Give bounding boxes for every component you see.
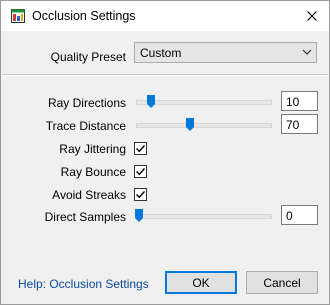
chevron-down-icon (302, 49, 312, 55)
slider-thumb[interactable] (146, 95, 155, 108)
direct-samples-label: Direct Samples (44, 210, 126, 224)
direct-samples-field[interactable]: 0 (281, 205, 318, 225)
slider-track (136, 100, 272, 105)
help-link[interactable]: Help: Occlusion Settings (18, 277, 149, 291)
dialog-window: Occlusion Settings Quality Preset Custom… (0, 0, 330, 305)
ray-jittering-label: Ray Jittering (59, 142, 126, 156)
checkmark-icon (136, 168, 146, 176)
checkmark-icon (136, 191, 146, 199)
ok-button-label: OK (192, 275, 210, 290)
close-button[interactable] (295, 1, 329, 31)
title-bar: Occlusion Settings (1, 1, 329, 31)
close-icon (307, 11, 317, 21)
ray-directions-label: Ray Directions (47, 96, 126, 110)
ok-button[interactable]: OK (165, 271, 237, 294)
trace-distance-slider[interactable] (134, 117, 274, 133)
direct-samples-value: 0 (286, 209, 293, 223)
quality-preset-label: Quality Preset (50, 50, 126, 64)
slider-track (136, 123, 272, 128)
ray-directions-slider[interactable] (134, 94, 274, 110)
quality-preset-value: Custom (140, 46, 182, 60)
quality-preset-select[interactable]: Custom (134, 42, 317, 63)
ray-directions-value: 10 (286, 95, 300, 109)
ray-bounce-label: Ray Bounce (60, 165, 126, 179)
trace-distance-value: 70 (286, 118, 300, 132)
slider-thumb[interactable] (135, 209, 143, 222)
slider-thumb[interactable] (185, 118, 194, 131)
trace-distance-label: Trace Distance (45, 119, 126, 133)
section-divider (2, 74, 328, 76)
slider-track (136, 214, 272, 219)
avoid-streaks-label: Avoid Streaks (52, 188, 126, 202)
cancel-button[interactable]: Cancel (246, 271, 318, 294)
ray-jittering-checkbox[interactable] (134, 142, 147, 155)
avoid-streaks-checkbox[interactable] (134, 188, 147, 201)
app-icon (11, 9, 25, 23)
trace-distance-field[interactable]: 70 (281, 114, 318, 134)
checkmark-icon (136, 145, 146, 153)
window-title: Occlusion Settings (32, 9, 136, 23)
ray-directions-field[interactable]: 10 (281, 91, 318, 111)
direct-samples-slider[interactable] (134, 208, 274, 224)
ray-bounce-checkbox[interactable] (134, 165, 147, 178)
cancel-button-label: Cancel (263, 275, 301, 290)
